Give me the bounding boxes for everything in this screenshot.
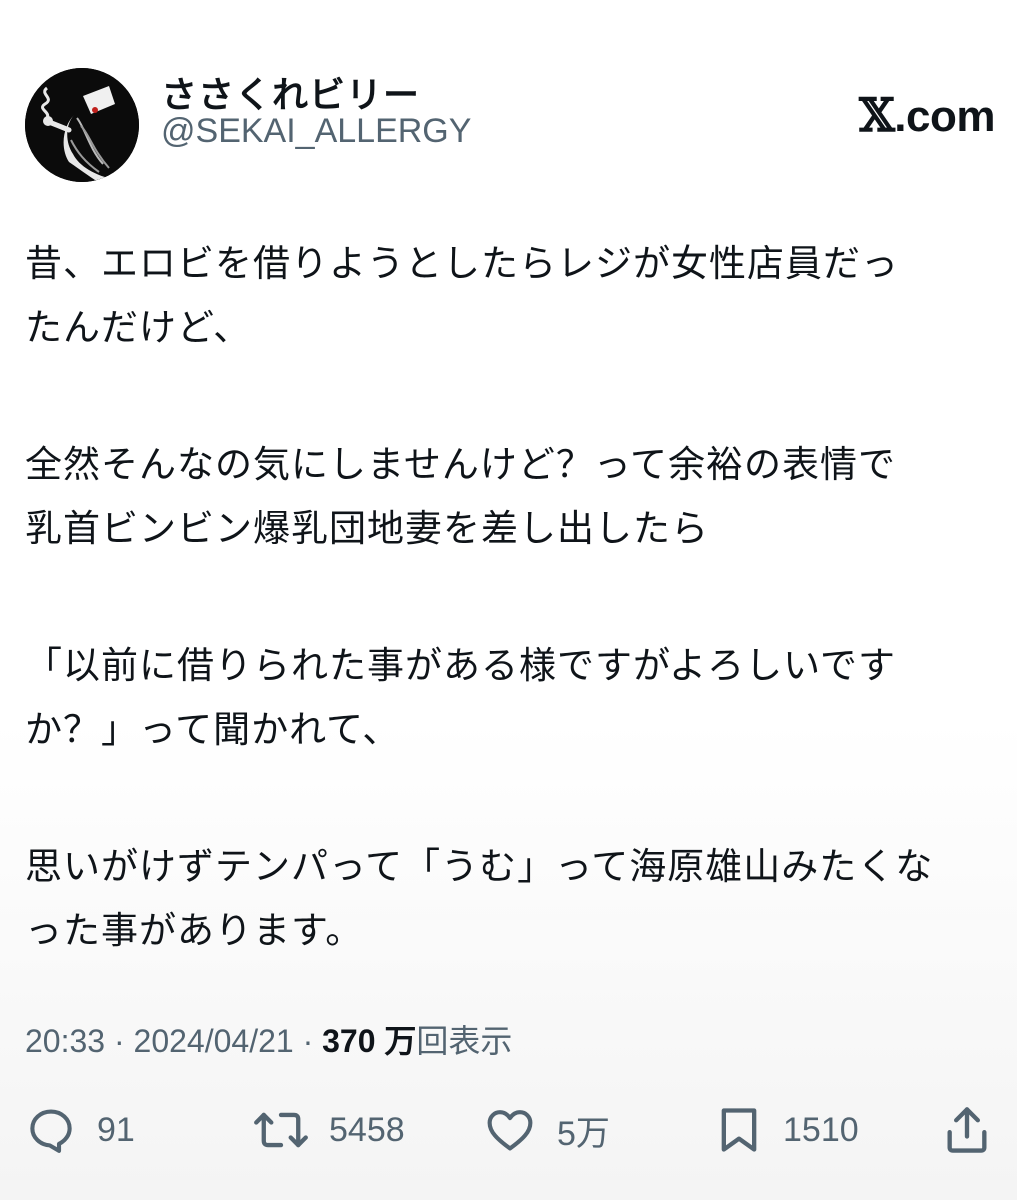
reply-button[interactable]: 91 bbox=[25, 1102, 135, 1158]
reply-count: 91 bbox=[97, 1110, 135, 1149]
brand-logo: 𝕏.com bbox=[859, 88, 995, 142]
meta-separator: · bbox=[293, 1023, 323, 1059]
tweet-line: 昔、エロビを借りようとしたらレジが女性店員だっ bbox=[25, 242, 899, 285]
user-handle[interactable]: @SEKAI_ALLERGY bbox=[161, 112, 471, 151]
tweet-date[interactable]: 2024/04/21 bbox=[134, 1023, 294, 1059]
meta-separator: · bbox=[105, 1023, 134, 1059]
tweet-header: ささくれビリー @SEKAI_ALLERGY 𝕏.com bbox=[25, 50, 995, 182]
retweet-icon bbox=[254, 1112, 308, 1148]
tweet-meta: 20:33 · 2024/04/21 · 370 万回表示 bbox=[25, 1016, 512, 1062]
like-count: 5万 bbox=[557, 1114, 610, 1153]
avatar-illustration bbox=[25, 68, 139, 182]
tweet-line: たんだけど、 bbox=[25, 306, 252, 349]
tweet-paragraph: 全然そんなの気にしませんけど？って余裕の表情で 乳首ビンビン爆乳団地妻を差し出し… bbox=[25, 433, 990, 561]
retweet-button[interactable]: 5458 bbox=[253, 1102, 405, 1158]
tweet-paragraph: 「以前に借りられた事がある様ですがよろしいです か？」って聞かれて、 bbox=[25, 634, 990, 762]
reply-icon bbox=[30, 1109, 72, 1153]
heart-icon bbox=[487, 1110, 533, 1151]
views-label: 回表示 bbox=[416, 1023, 513, 1059]
tweet-paragraph: 思いがけずテンパって「うむ」って海原雄山みたくな った事があります。 bbox=[25, 835, 990, 963]
share-icon bbox=[947, 1107, 987, 1153]
tweet-line: 全然そんなの気にしませんけど？って余裕の表情で bbox=[25, 443, 897, 486]
display-name[interactable]: ささくれビリー bbox=[161, 66, 420, 118]
brand-suffix: .com bbox=[894, 92, 995, 141]
tweet-line: 思いがけずテンパって「うむ」って海原雄山みたくな bbox=[25, 845, 934, 888]
tweet-line: か？」って聞かれて、 bbox=[25, 708, 401, 751]
bookmark-count: 1510 bbox=[783, 1110, 859, 1149]
tweet-line: 「以前に借りられた事がある様ですがよろしいです bbox=[25, 644, 897, 687]
views-count: 370 万 bbox=[322, 1023, 417, 1059]
bookmark-button[interactable]: 1510 bbox=[715, 1102, 859, 1158]
tweet-time[interactable]: 20:33 bbox=[25, 1023, 105, 1059]
tweet-line: った事があります。 bbox=[25, 909, 364, 952]
tweet-text: 昔、エロビを借りようとしたらレジが女性店員だっ たんだけど、 全然そんなの気にし… bbox=[25, 232, 990, 963]
like-button[interactable]: 5万 bbox=[483, 1102, 610, 1158]
avatar[interactable] bbox=[25, 68, 139, 182]
tweet-line: 乳首ビンビン爆乳団地妻を差し出したら bbox=[25, 507, 709, 550]
action-bar: 91 5458 5万 1510 bbox=[25, 1102, 995, 1158]
bookmark-icon bbox=[721, 1108, 757, 1152]
retweet-count: 5458 bbox=[329, 1110, 405, 1149]
x-logo-icon: 𝕏 bbox=[859, 88, 895, 142]
tweet-paragraph: 昔、エロビを借りようとしたらレジが女性店員だっ たんだけど、 bbox=[25, 232, 990, 360]
share-button[interactable] bbox=[943, 1102, 991, 1158]
